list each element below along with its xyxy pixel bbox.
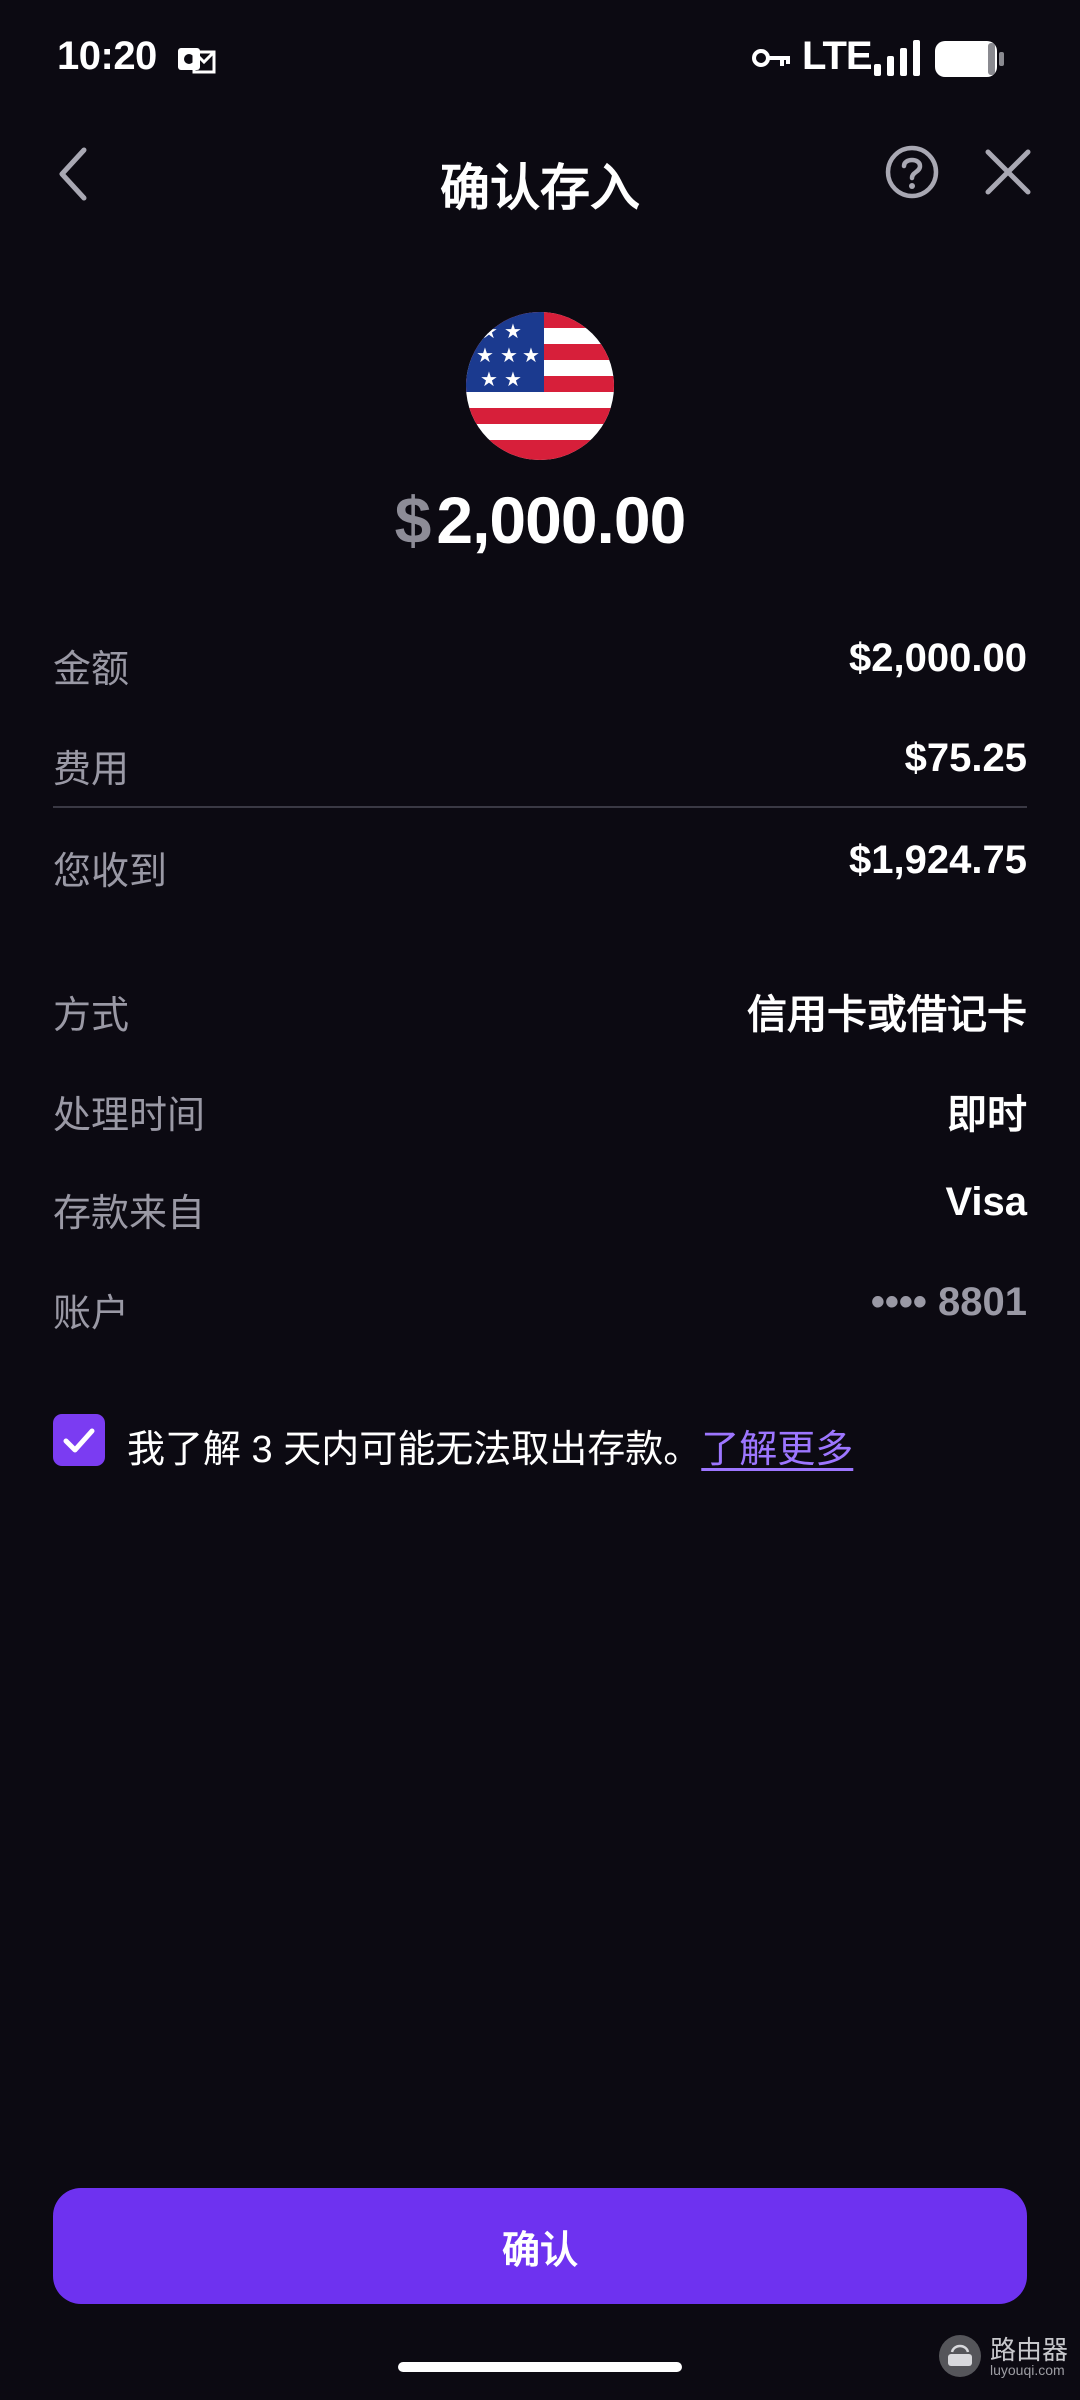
us-flag-icon: ★ ★ ★ ★ ★ ★ ★ xyxy=(466,312,614,460)
row-value: Visa xyxy=(945,1180,1027,1224)
divider xyxy=(53,806,1027,808)
notification-icon xyxy=(178,48,216,74)
status-bar: 10:20 LTE xyxy=(0,0,1080,120)
detail-row-method: 方式 信用卡或借记卡 xyxy=(53,976,1027,1037)
learn-more-link[interactable]: 了解更多 xyxy=(701,1429,853,1471)
row-value: 即时 xyxy=(947,1093,1027,1137)
agreement-label: 我了解 3 天内可能无法取出存款。 xyxy=(127,1429,702,1471)
svg-text:★: ★ xyxy=(480,367,498,391)
row-value: $2,000.00 xyxy=(849,636,1027,680)
confirm-button[interactable]: 确认 xyxy=(53,2188,1027,2304)
agreement-checkbox[interactable] xyxy=(53,1414,105,1466)
svg-text:★: ★ xyxy=(522,343,540,367)
row-label: 费用 xyxy=(53,749,130,791)
watermark-url: luyouqi.com xyxy=(990,2362,1065,2378)
row-value: •••• 8801 xyxy=(870,1280,1027,1324)
row-value: $1,924.75 xyxy=(849,838,1027,882)
svg-text:★: ★ xyxy=(480,319,498,343)
svg-text:★: ★ xyxy=(504,367,522,391)
vpn-key-icon xyxy=(752,49,790,67)
agreement-text: 我了解 3 天内可能无法取出存款。了解更多 xyxy=(127,1418,853,1473)
row-label: 方式 xyxy=(53,995,130,1037)
svg-text:★: ★ xyxy=(476,343,494,367)
agreement: 我了解 3 天内可能无法取出存款。了解更多 xyxy=(53,1412,1027,1472)
row-label: 处理时间 xyxy=(53,1095,206,1137)
help-circle-icon[interactable] xyxy=(884,144,940,200)
home-indicator[interactable] xyxy=(398,2362,682,2372)
status-time: 10:20 xyxy=(57,34,157,78)
svg-text:★: ★ xyxy=(504,319,522,343)
network-type: LTE xyxy=(802,34,873,78)
row-label: 存款来自 xyxy=(53,1193,206,1235)
row-label: 您收到 xyxy=(53,851,168,893)
battery-icon xyxy=(935,41,1004,77)
detail-row-account: 账户 •••• 8801 xyxy=(53,1274,1027,1335)
amount-value: 2,000.00 xyxy=(436,483,686,557)
currency-symbol: $ xyxy=(394,483,432,557)
watermark: 路由器 luyouqi.com xyxy=(938,2328,1068,2388)
detail-row-source: 存款来自 Visa xyxy=(53,1174,1027,1235)
row-label: 账户 xyxy=(53,1293,130,1335)
close-icon[interactable] xyxy=(980,144,1036,200)
deposit-amount: $2,000.00 xyxy=(0,482,1080,558)
summary-row-amount: 金额 $2,000.00 xyxy=(53,630,1027,691)
signal-icon xyxy=(874,40,920,76)
summary-row-receive: 您收到 $1,924.75 xyxy=(53,832,1027,893)
row-value: 信用卡或借记卡 xyxy=(747,993,1027,1037)
router-logo-icon xyxy=(939,2335,981,2377)
checkmark-icon xyxy=(63,1428,95,1453)
header: 确认存入 xyxy=(0,120,1080,230)
summary-row-fee: 费用 $75.25 xyxy=(53,730,1027,791)
detail-row-processing-time: 处理时间 即时 xyxy=(53,1076,1027,1137)
row-label: 金额 xyxy=(53,649,130,691)
svg-text:★: ★ xyxy=(500,343,518,367)
row-value: $75.25 xyxy=(904,736,1027,780)
